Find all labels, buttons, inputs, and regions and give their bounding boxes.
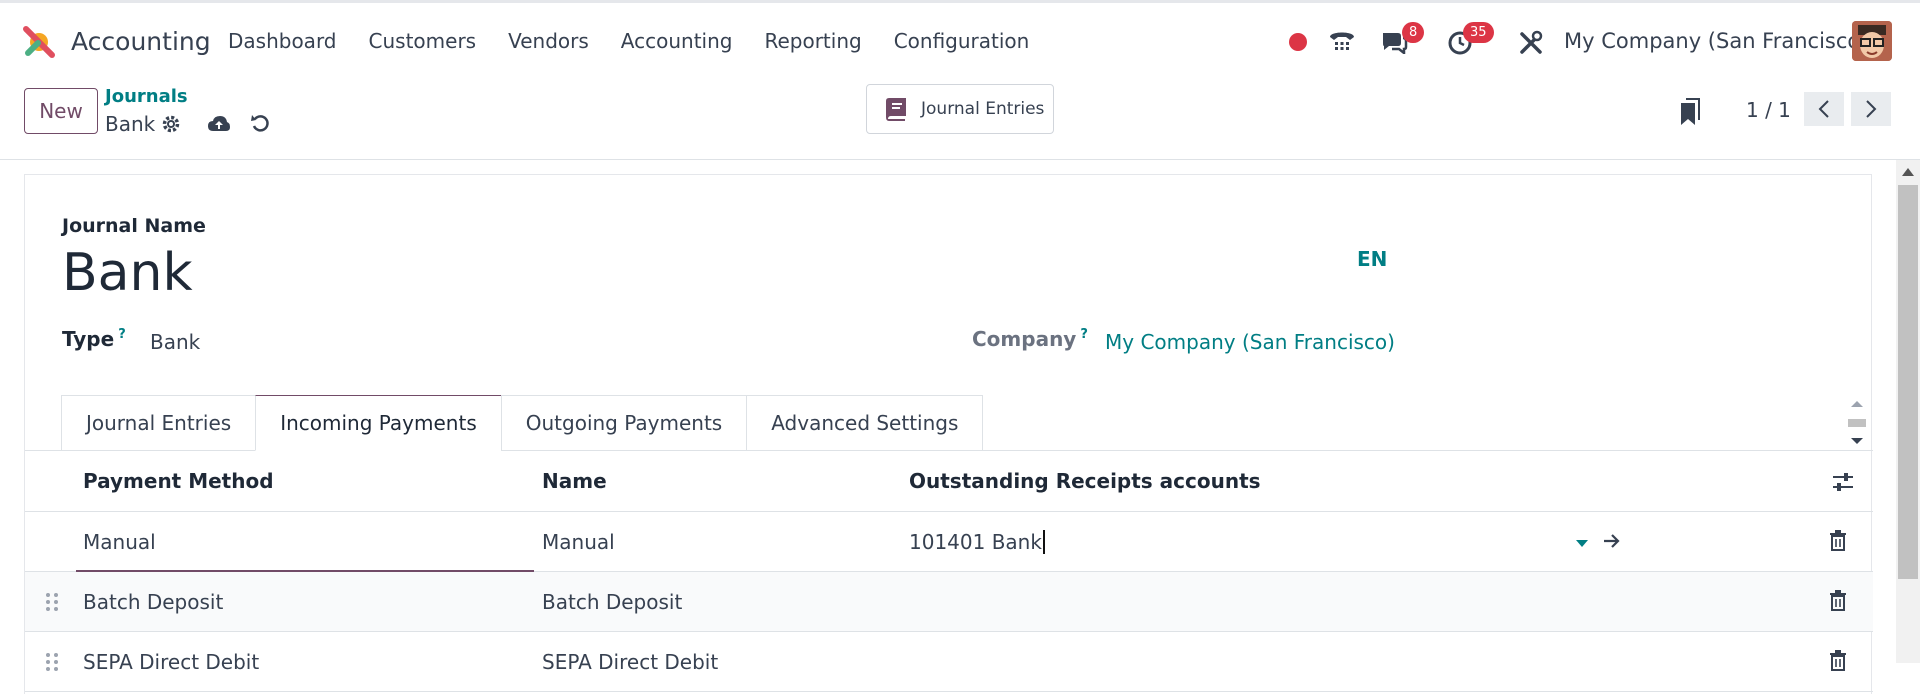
cell-name[interactable]: Batch Deposit [542, 590, 682, 614]
discard-changes-icon[interactable] [250, 113, 270, 133]
menu-dashboard[interactable]: Dashboard [228, 29, 337, 53]
notebook-tabs: Journal Entries Incoming Payments Outgoi… [61, 395, 984, 451]
menu-vendors[interactable]: Vendors [508, 29, 589, 53]
journal-name-field[interactable]: Bank [62, 243, 193, 303]
language-button[interactable]: EN [1357, 247, 1387, 271]
book-icon [886, 98, 906, 121]
menu-configuration[interactable]: Configuration [894, 29, 1030, 53]
type-label: Type? [62, 327, 126, 351]
tools-icon[interactable] [1518, 30, 1544, 56]
type-help-icon[interactable]: ? [118, 327, 126, 342]
chevron-right-icon [1866, 100, 1877, 118]
column-name[interactable]: Name [542, 469, 607, 493]
app-name[interactable]: Accounting [71, 27, 211, 56]
drag-handle-icon[interactable] [45, 592, 59, 612]
type-field[interactable]: Bank [150, 330, 200, 354]
cell-payment-method[interactable]: SEPA Direct Debit [83, 650, 259, 674]
trash-icon[interactable] [1829, 650, 1847, 672]
company-label-text: Company [972, 327, 1077, 351]
column-outstanding-receipts[interactable]: Outstanding Receipts accounts [909, 469, 1261, 493]
page-scrollbar-thumb[interactable] [1898, 185, 1918, 579]
menu-accounting[interactable]: Accounting [621, 29, 733, 53]
cell-name[interactable]: SEPA Direct Debit [542, 650, 718, 674]
optional-columns-icon[interactable] [1831, 471, 1855, 493]
table-row[interactable]: SEPA Direct Debit SEPA Direct Debit [25, 632, 1873, 692]
recording-indicator-icon[interactable] [1289, 33, 1307, 51]
breadcrumb-journals[interactable]: Journals [105, 86, 188, 107]
tab-incoming-payments[interactable]: Incoming Payments [255, 395, 501, 451]
user-avatar[interactable] [1852, 21, 1892, 61]
tab-outgoing-payments[interactable]: Outgoing Payments [500, 395, 747, 451]
phone-icon[interactable] [1328, 29, 1356, 55]
breadcrumb-current: Bank [105, 112, 156, 136]
form-sheet: Journal Name Bank EN Type? Bank Company?… [24, 174, 1873, 694]
cell-payment-method[interactable]: Batch Deposit [83, 590, 223, 614]
table-header: Payment Method Name Outstanding Receipts… [25, 451, 1873, 512]
new-button[interactable]: New [24, 88, 98, 134]
journal-name-label: Journal Name [62, 215, 206, 237]
top-navbar: Accounting Dashboard Customers Vendors A… [0, 0, 1920, 78]
menu-customers[interactable]: Customers [369, 29, 477, 53]
gear-icon[interactable] [161, 114, 181, 134]
pager-value[interactable]: 1 / 1 [1746, 98, 1791, 122]
journal-entries-smart-button[interactable]: Journal Entries [866, 84, 1054, 134]
table-row[interactable]: Manual Manual 101401 Bank [25, 512, 1873, 572]
arrow-right-icon[interactable] [1603, 533, 1621, 549]
control-panel: New Journals Bank Journal Entries 1 / 1 [0, 78, 1920, 160]
tabs-scrollbar[interactable] [1846, 397, 1868, 451]
pager-next-button[interactable] [1851, 92, 1891, 126]
trash-icon[interactable] [1829, 530, 1847, 552]
company-switcher[interactable]: My Company (San Francisco) [1564, 29, 1868, 53]
caret-down-icon[interactable] [1575, 538, 1589, 548]
main-menu: Dashboard Customers Vendors Accounting R… [228, 29, 1061, 53]
cell-name[interactable]: Manual [542, 530, 615, 554]
drag-handle-icon[interactable] [45, 652, 59, 672]
smart-button-label: Journal Entries [921, 99, 1045, 119]
bookmark-icon[interactable] [1680, 98, 1700, 126]
table-row[interactable]: Batch Deposit Batch Deposit [25, 572, 1873, 632]
messages-badge: 8 [1402, 22, 1425, 43]
tab-journal-entries[interactable]: Journal Entries [61, 395, 256, 451]
account-input[interactable]: 101401 Bank [909, 530, 1045, 554]
tab-advanced-settings[interactable]: Advanced Settings [746, 395, 984, 451]
company-field[interactable]: My Company (San Francisco) [1105, 330, 1395, 354]
pager-previous-button[interactable] [1804, 92, 1844, 126]
scroll-up-icon[interactable] [1900, 166, 1916, 178]
trash-icon[interactable] [1829, 590, 1847, 612]
cell-payment-method[interactable]: Manual [83, 530, 156, 554]
app-logo-icon[interactable] [22, 25, 56, 59]
column-payment-method[interactable]: Payment Method [83, 469, 274, 493]
chevron-left-icon [1818, 100, 1829, 118]
avatar-face-icon [1852, 21, 1892, 61]
type-label-text: Type [62, 327, 115, 351]
cloud-upload-icon[interactable] [207, 114, 231, 134]
menu-reporting[interactable]: Reporting [764, 29, 861, 53]
activities-badge: 35 [1463, 22, 1494, 43]
company-help-icon[interactable]: ? [1080, 327, 1088, 342]
company-label: Company? [972, 327, 1088, 351]
